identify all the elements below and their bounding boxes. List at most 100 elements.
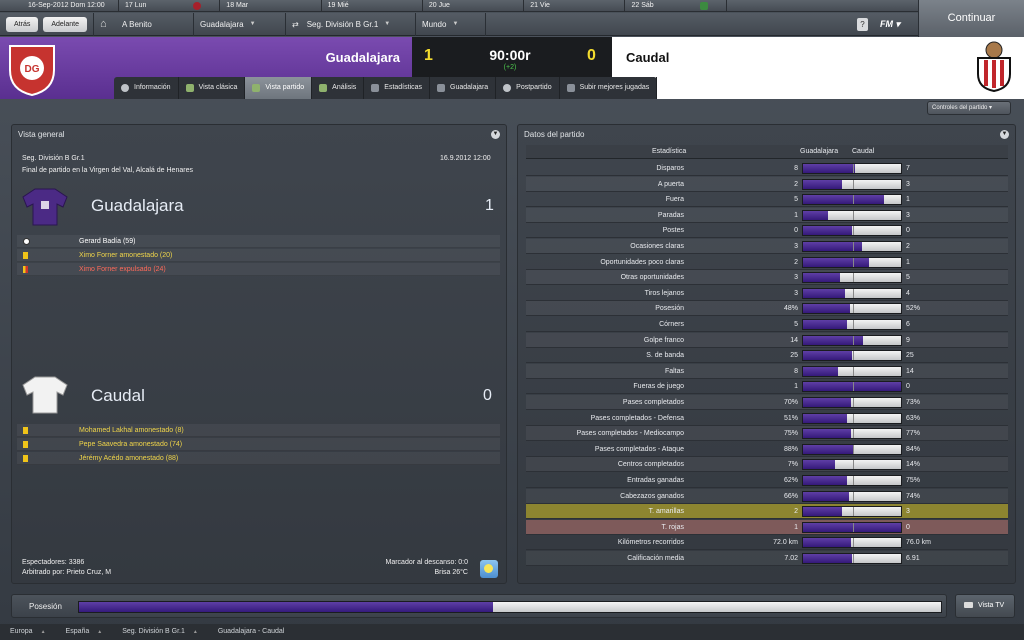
tab-estadisticas[interactable]: Estadísticas [364,77,431,99]
breadcrumb-item[interactable]: Europa ▲ [0,624,56,640]
stat-bar [802,241,902,252]
stat-away-value: 0 [906,523,910,531]
stat-bar [802,319,902,330]
referee-label: Arbitrado por: Prieto Cruz, M [22,569,112,576]
world-menu[interactable]: Mundo ▼ [416,12,486,36]
away-score-label: 0 [483,387,492,404]
tab-guadalajara[interactable]: Guadalajara [430,77,497,99]
day-cell[interactable]: 21 Vie [524,0,626,11]
stat-bar-midline [853,522,854,532]
stat-home-value: 66% [783,492,798,500]
tab-vista-clasica[interactable]: Vista clásica [179,77,246,99]
match-tabs: Información Vista clásica Vista partido … [114,77,658,99]
stat-away-value: 1 [906,196,910,204]
stat-away-value: 25 [906,352,914,360]
stat-bar-fill [803,382,901,392]
home-team-label: Guadalajara [91,196,184,215]
manager-menu[interactable]: ⌂ A Benito [94,12,194,36]
stat-bar-fill [803,164,855,173]
vista-tv-button[interactable]: Vista TV [955,594,1015,618]
tab-informacion[interactable]: Información [114,77,179,99]
away-team-name: Caudal [626,50,670,65]
stat-away-value: 73% [906,399,921,406]
stat-name: S. de banda [646,352,684,360]
stat-row: T. rojas 1 0 [526,519,1008,535]
possession-fill [79,602,493,612]
competition-menu[interactable]: ⇄ Seg. División B Gr.1 ▼ [286,12,416,36]
stat-name: Oportunidades poco claras [600,258,684,266]
breadcrumb-item[interactable]: Guadalajara - Caudal [208,624,295,640]
stat-bar [802,412,902,424]
forward-button[interactable]: Adelante [43,16,87,32]
stat-bar [802,256,902,268]
stat-bar-midline [853,288,854,298]
stat-bar-fill [803,179,843,189]
pitch-icon [185,84,194,92]
stat-home-value: 5 [794,196,798,204]
event-row: Gerard Badía (59) [17,235,500,248]
continue-button[interactable]: Continuar [918,0,1024,37]
fm-menu-button[interactable]: FM ▾ [880,13,900,36]
stat-bar-fill [803,195,885,205]
breadcrumb-item[interactable]: Seg. División B Gr.1 ▲ [112,624,208,640]
day-cell[interactable]: 18 Mar [220,0,322,11]
stat-bar [802,350,902,362]
panel-menu-button[interactable]: ▼ [1000,130,1009,139]
tab-analisis[interactable]: Análisis [312,77,365,99]
stat-row: A puerta 2 3 [526,176,1008,192]
chevron-up-icon: ▲ [97,629,103,635]
stat-bar-fill [803,476,848,485]
stat-bar [802,490,902,502]
tab-subir-jugadas[interactable]: Subir mejores jugadas [560,77,658,99]
stat-away-value: 14% [906,461,921,469]
stat-name: Disparos [656,165,684,172]
stat-away-value: 75% [906,477,921,484]
stat-name: Fuera [665,196,684,204]
yellow-card-icon [23,441,28,448]
stat-bar [802,537,902,549]
day-cell[interactable]: 17 Lun [119,0,221,11]
tab-postpartido[interactable]: Postpartido [496,77,560,99]
stat-name: Pases completados - Mediocampo [576,430,684,438]
venue-label: Final de partido en la Virgen del Val, A… [22,167,193,174]
panel-menu-button[interactable]: ▼ [491,130,500,139]
stat-home-value: 3 [794,274,798,282]
stat-row: Pases completados 70% 73% [526,395,1008,410]
home-team-name: Guadalajara [325,50,400,65]
possession-bar: Posesión [11,594,947,618]
match-clock: 90:00r [489,47,531,63]
navigation-bar: Atrás Adelante ⌂ A Benito Guadalajara ▼ ⇄ S… [0,12,918,36]
tab-vista-partido[interactable]: Vista partido [245,77,313,99]
team-menu[interactable]: Guadalajara ▼ [194,12,286,36]
date-bar: 16-Sep-2012 Dom 12:00 17 Lun 18 Mar 19 M… [0,0,918,12]
day-cell[interactable]: 20 Jue [423,0,525,11]
stat-home-value: 25 [790,352,798,360]
breadcrumb-item[interactable]: España ▲ [56,624,113,640]
stat-home-value: 48% [783,305,798,313]
stat-bar-midline [853,476,854,485]
stat-name: Golpe franco [643,336,684,344]
stat-away-value: 9 [906,336,910,344]
stat-name: Paradas [657,211,684,219]
stat-row: Pases completados - Mediocampo 75% 77% [526,426,1008,442]
stat-bar [802,521,902,533]
stat-name: Kilómetros recorridos [617,539,684,547]
event-row: Ximo Forner amonestado (20) [17,249,500,262]
day-cell[interactable]: 19 Mié [322,0,423,11]
match-controls-dropdown[interactable]: Controles del partido ▾ [927,101,1011,115]
day-cell[interactable]: 22 Sáb [625,0,727,11]
overview-title: Vista general [18,130,65,139]
possession-label: Posesión [29,602,62,611]
stat-bar-midline [853,273,854,283]
stat-away-value: 84% [906,445,921,453]
help-button[interactable]: ? [857,18,868,31]
stat-bar-midline [853,351,854,361]
stat-bar-fill [803,257,869,267]
stat-name: Calificación media [627,555,684,562]
overview-panel: Vista general ▼ Seg. División B Gr.1 16.… [11,124,507,584]
tv-icon [964,602,973,609]
stat-row: Posesión 48% 52% [526,301,1008,317]
stat-home-value: 2 [794,180,798,188]
back-button[interactable]: Atrás [6,16,39,32]
stat-bar-midline [853,242,854,251]
